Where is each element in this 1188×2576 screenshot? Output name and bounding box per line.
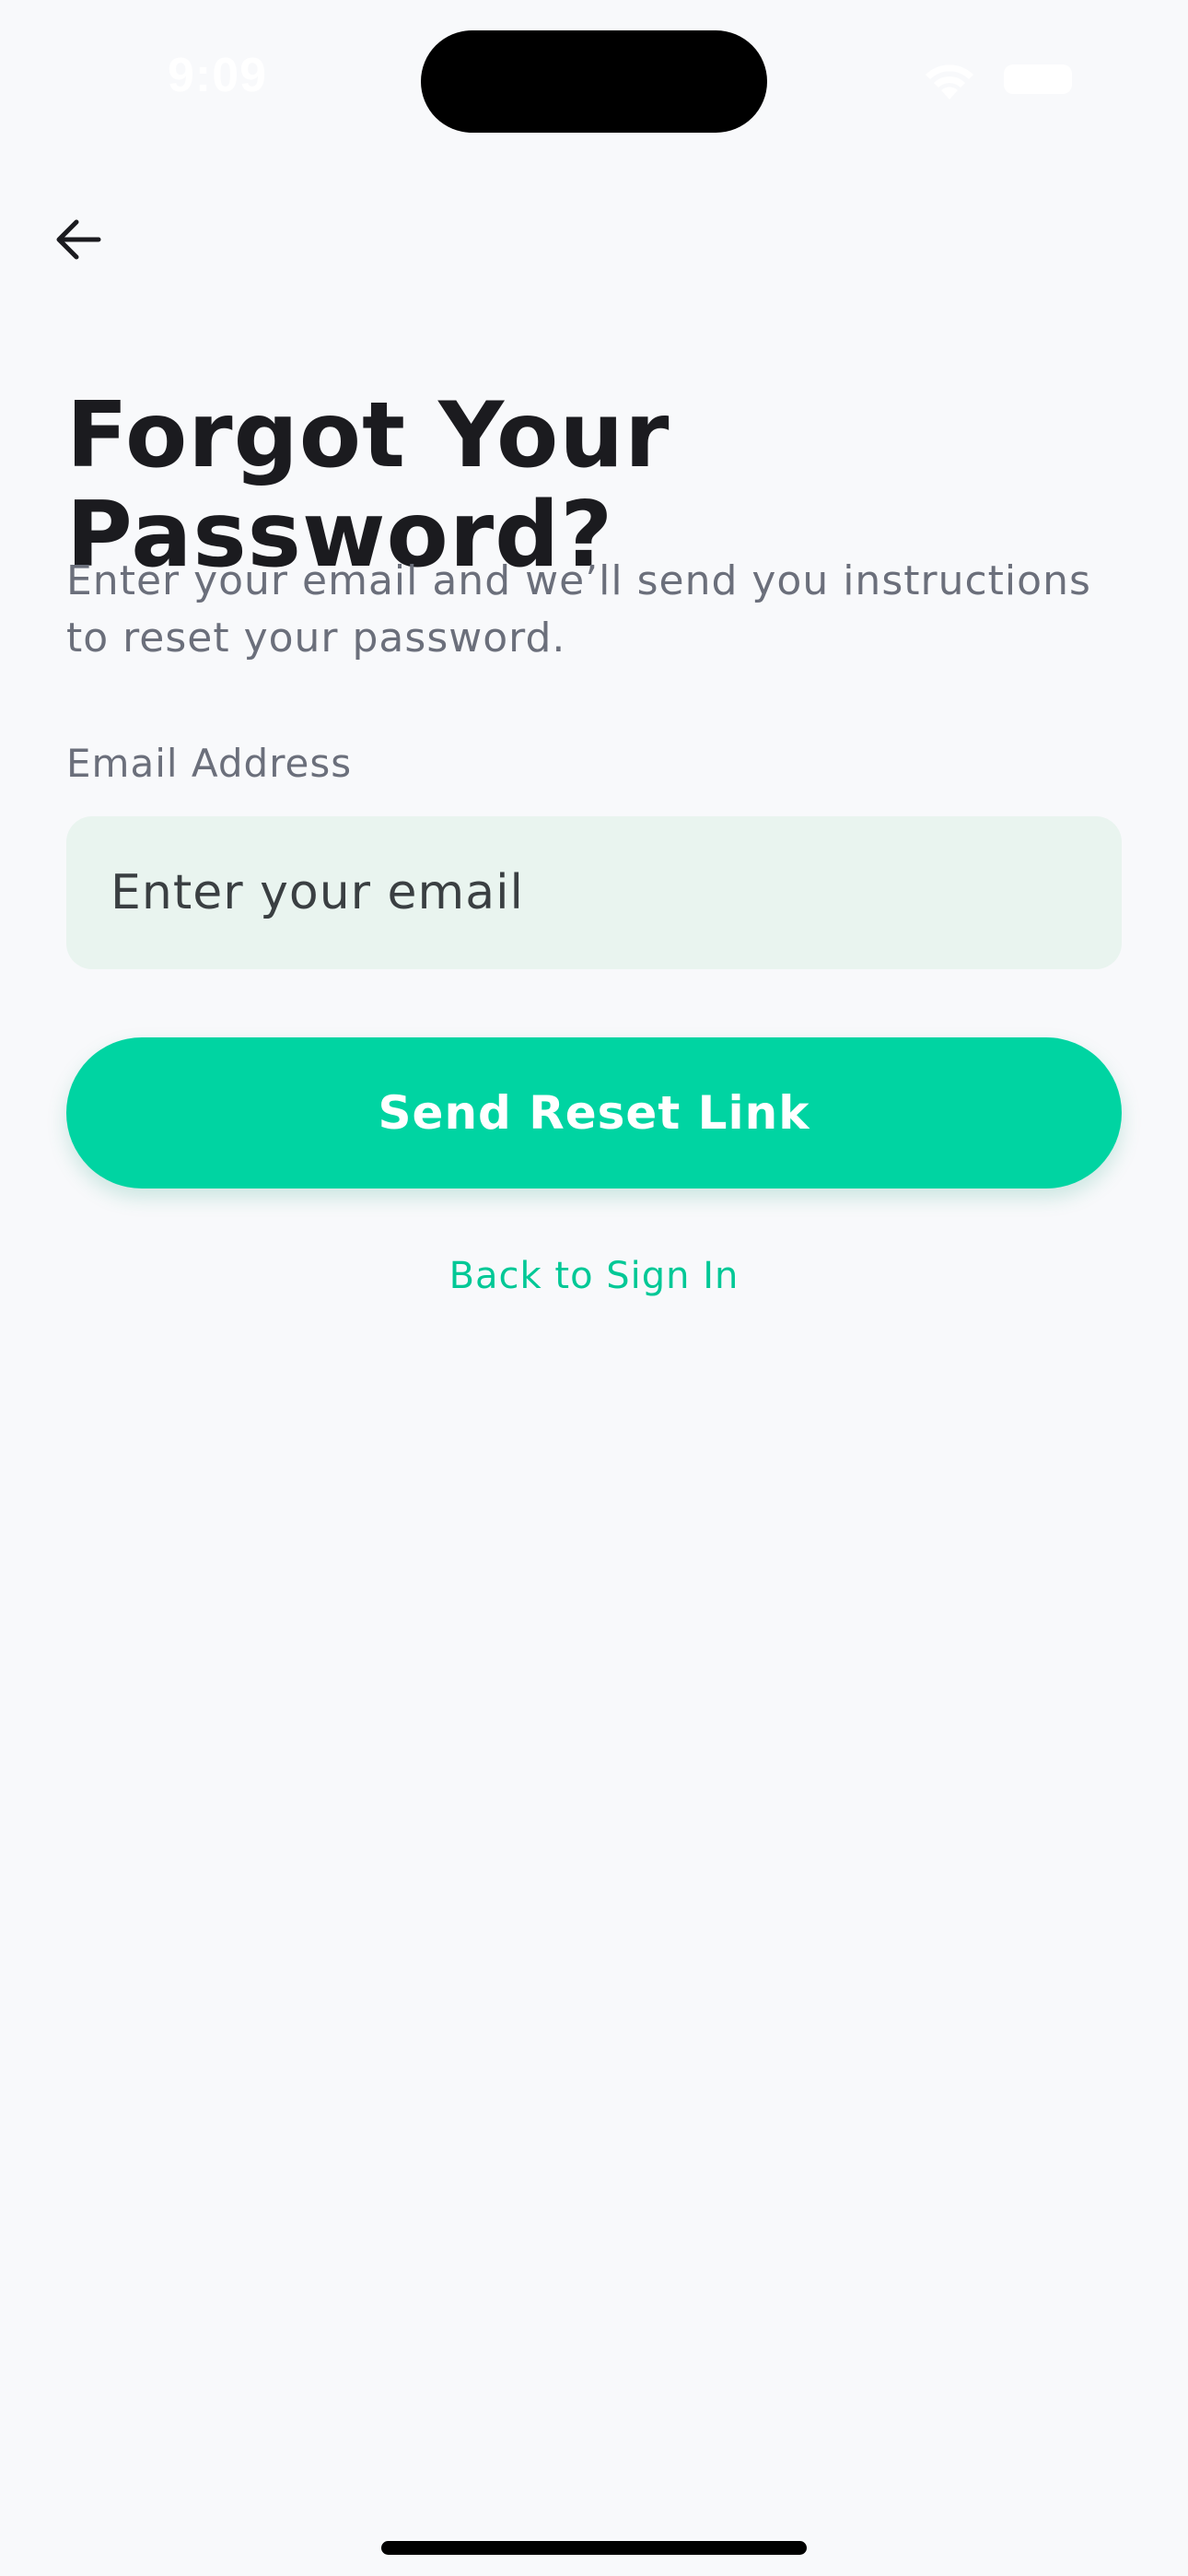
back-to-sign-in-link[interactable]: Back to Sign In [0,1255,1188,1297]
instructions-text: Enter your email and we’ll send you inst… [66,557,1091,662]
send-reset-link-button[interactable]: Send Reset Link [66,1037,1122,1188]
status-time: 9:09 [168,49,268,102]
email-label: Email Address [66,741,353,786]
home-indicator [381,2541,807,2555]
battery-icon [1004,64,1072,94]
arrow-left-icon [56,219,101,260]
wifi-icon [926,64,973,100]
dynamic-island [421,30,767,133]
email-input[interactable] [66,816,1122,969]
back-button[interactable] [46,207,111,272]
